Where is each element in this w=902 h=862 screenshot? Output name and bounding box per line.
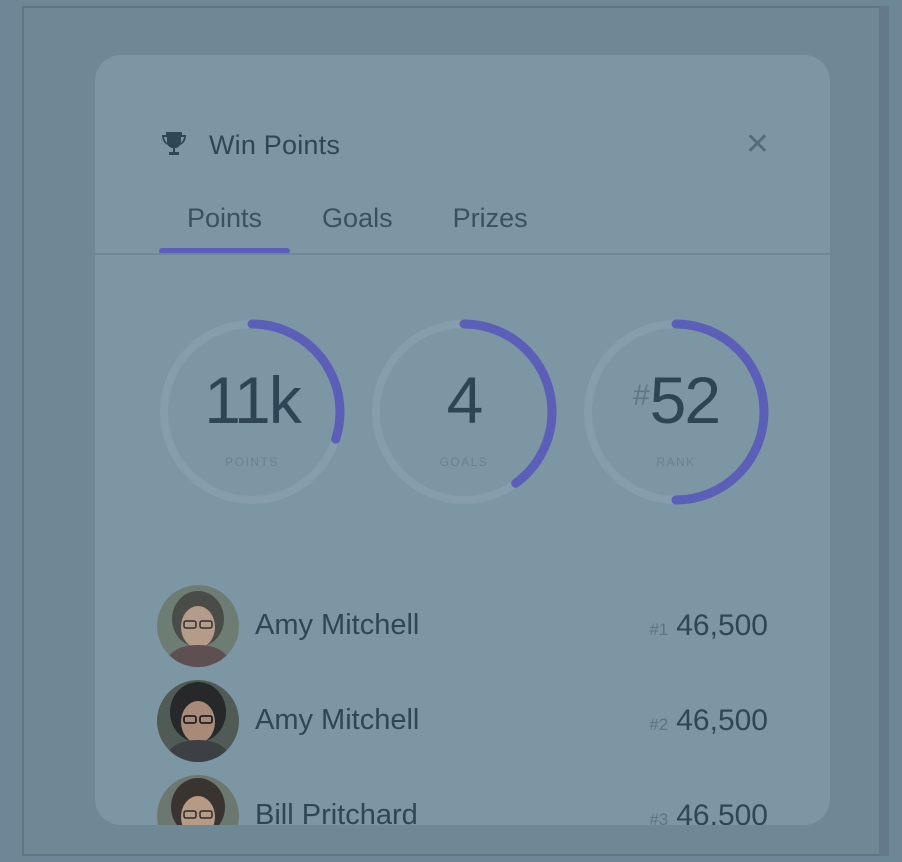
leaderboard-row[interactable]: Bill Pritchard #3 46,500 bbox=[157, 768, 768, 825]
dialog-title: Win Points bbox=[209, 129, 341, 160]
rank-score: #1 46,500 bbox=[649, 609, 768, 643]
tab-prizes[interactable]: Prizes bbox=[423, 195, 558, 254]
points-label: POINTS bbox=[225, 455, 279, 469]
rank-score: #2 46,500 bbox=[649, 704, 768, 738]
rank-value: #52 bbox=[581, 367, 771, 433]
tabs-divider bbox=[95, 253, 830, 255]
rank-number: #1 bbox=[649, 619, 669, 639]
score: 46,500 bbox=[676, 798, 768, 826]
score: 46,500 bbox=[676, 608, 768, 642]
trophy-icon bbox=[161, 130, 187, 160]
rank-score: #3 46,500 bbox=[649, 799, 768, 826]
rank-hash: # bbox=[632, 379, 650, 412]
points-value: 11k bbox=[204, 363, 302, 437]
goals-value: 4 bbox=[446, 363, 484, 437]
leaderboard: Amy Mitchell #1 46,500 Amy Mitchell #2 4… bbox=[157, 578, 768, 825]
avatar bbox=[157, 584, 239, 667]
tab-goals[interactable]: Goals bbox=[292, 195, 423, 254]
rank-number: 52 bbox=[649, 363, 721, 437]
dialog-header: Win Points ✕ bbox=[161, 125, 770, 165]
frame-edge bbox=[879, 6, 889, 856]
player-name: Bill Pritchard bbox=[255, 799, 418, 825]
rank-number: #2 bbox=[649, 714, 669, 734]
close-icon[interactable]: ✕ bbox=[745, 130, 770, 160]
win-points-dialog: Win Points ✕ Points Goals Prizes 11k POI… bbox=[95, 55, 830, 825]
app-frame: Win Points ✕ Points Goals Prizes 11k POI… bbox=[22, 6, 889, 856]
rank-number: #3 bbox=[649, 809, 669, 826]
points-stat: 11k POINTS bbox=[157, 317, 347, 507]
rank-stat: #52 RANK bbox=[581, 317, 771, 507]
leaderboard-row[interactable]: Amy Mitchell #2 46,500 bbox=[157, 673, 768, 768]
goals-label: GOALS bbox=[439, 455, 489, 469]
rank-label: RANK bbox=[656, 455, 696, 469]
score: 46,500 bbox=[676, 703, 768, 737]
leaderboard-row[interactable]: Amy Mitchell #1 46,500 bbox=[157, 578, 768, 673]
player-name: Amy Mitchell bbox=[255, 704, 420, 736]
goals-stat: 4 GOALS bbox=[369, 317, 559, 507]
tab-bar: Points Goals Prizes bbox=[157, 195, 558, 254]
tab-points[interactable]: Points bbox=[157, 195, 292, 254]
stats-row: 11k POINTS 4 GOALS #52 RANK bbox=[157, 317, 771, 507]
avatar bbox=[157, 679, 239, 762]
avatar bbox=[157, 774, 239, 825]
player-name: Amy Mitchell bbox=[255, 609, 420, 641]
